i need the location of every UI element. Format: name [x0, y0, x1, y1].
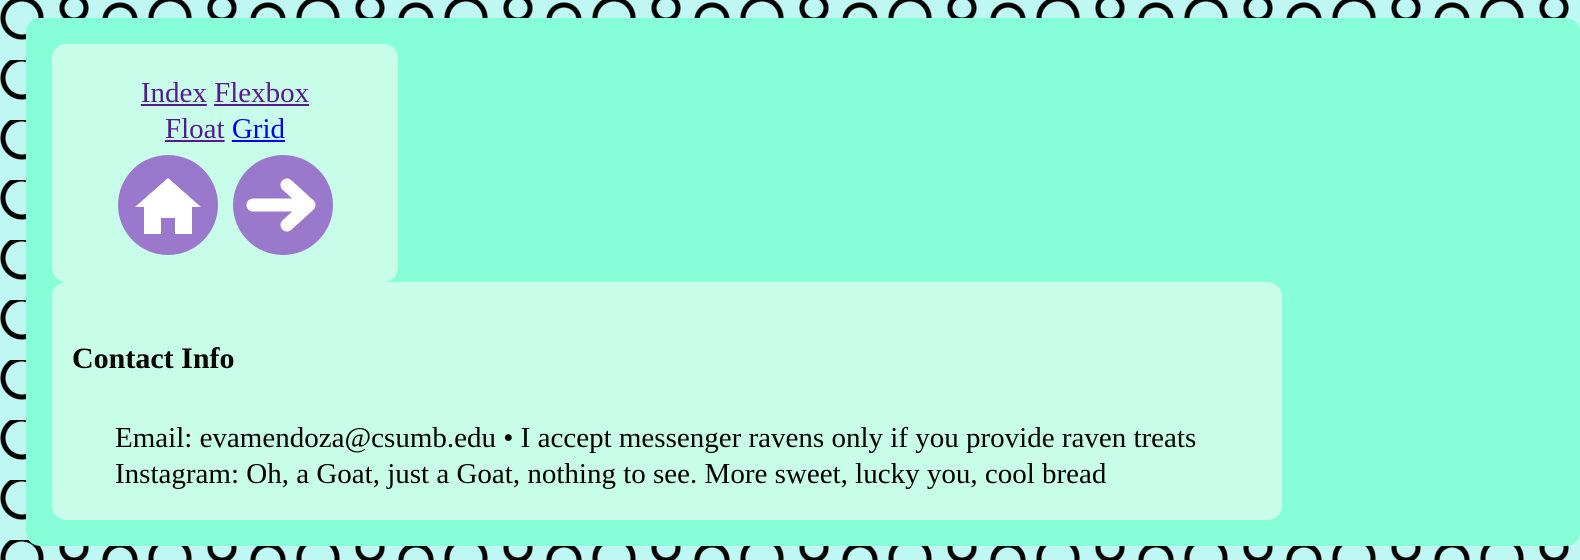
contact-list: •Email: evamendoza@csumb.edu • I accept …	[72, 420, 1242, 492]
nav-card: Index Flexbox Float Grid	[52, 44, 398, 282]
icon-row	[52, 155, 398, 255]
next-button[interactable]	[232, 155, 333, 255]
contact-card: Contact Info •Email: evamendoza@csumb.ed…	[52, 282, 1282, 520]
contact-heading: Contact Info	[72, 342, 235, 375]
home-icon	[134, 178, 201, 234]
nav-links: Index Flexbox Float Grid	[52, 75, 398, 147]
contact-instagram-text: Instagram: Oh, a Goat, just a Goat, noth…	[115, 458, 1107, 490]
page-frame: Index Flexbox Float Grid Contact Info •E…	[26, 18, 1580, 546]
list-item: •Instagram: Oh, a Goat, just a Goat, not…	[72, 456, 1242, 492]
nav-link-flexbox[interactable]: Flexbox	[214, 77, 309, 109]
arrow-right-icon	[246, 178, 315, 232]
list-item: •Email: evamendoza@csumb.edu • I accept …	[72, 420, 1242, 456]
nav-link-grid[interactable]: Grid	[232, 113, 285, 145]
contact-email-text: Email: evamendoza@csumb.edu • I accept m…	[115, 422, 1197, 454]
nav-link-float[interactable]: Float	[165, 113, 225, 145]
nav-link-index[interactable]: Index	[141, 77, 207, 109]
home-button[interactable]	[117, 155, 218, 255]
